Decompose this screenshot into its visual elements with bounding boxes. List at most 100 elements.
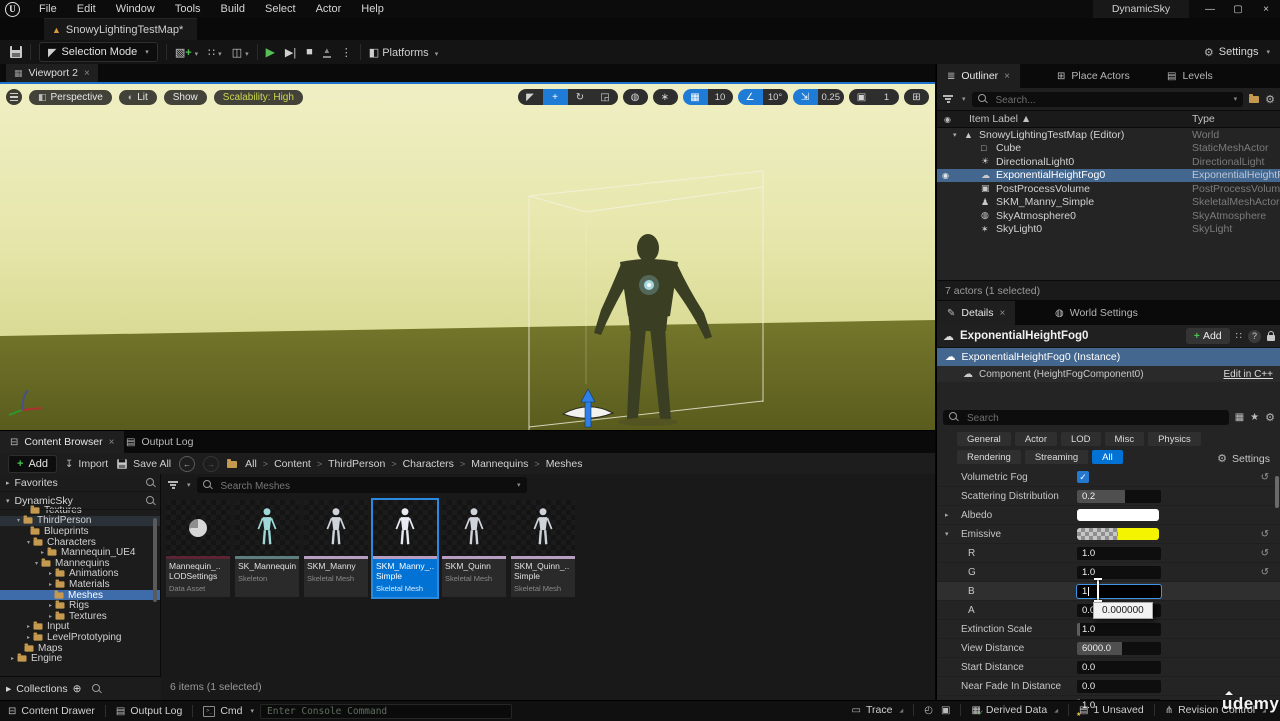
viewport-tab[interactable]: ▦ Viewport 2 × xyxy=(6,64,98,82)
tree-folder-row[interactable]: ▸ Input xyxy=(0,622,160,633)
settings-dropdown[interactable]: ⚙ Settings ▾ xyxy=(1204,40,1270,64)
tree-folder-row[interactable]: ▸ Rigs xyxy=(0,600,160,611)
details-scrollbar[interactable] xyxy=(1275,476,1279,508)
details-search-input[interactable] xyxy=(965,410,1211,427)
breadcrumb-item[interactable]: Mannequins > xyxy=(471,458,539,470)
close-icon[interactable]: × xyxy=(109,437,115,448)
details-search[interactable] xyxy=(943,410,1229,425)
maximize-button[interactable]: ▢ xyxy=(1224,0,1252,18)
tree-folder-row[interactable]: ▸ Mannequin_UE4 xyxy=(0,547,160,558)
tree-folder-row[interactable]: Blueprints xyxy=(0,526,160,537)
property-row[interactable]: Start Distance ✓ 0.0 ↺ xyxy=(937,658,1280,677)
menu-item[interactable]: Edit xyxy=(67,0,106,18)
value-field[interactable]: 1.0 xyxy=(1077,547,1161,560)
category-pill[interactable]: LOD xyxy=(1061,432,1101,446)
asset-tile[interactable]: SKM_Quinn Skeletal Mesh xyxy=(442,500,506,597)
expander-icon[interactable]: ▸ xyxy=(46,613,55,620)
property-row[interactable]: View Distance ✓ 6000.0 ↺ xyxy=(937,639,1280,658)
asset-search-input[interactable] xyxy=(219,477,511,495)
content-browser-settings[interactable]: ⚙ Settings xyxy=(1217,452,1270,465)
menu-item[interactable]: Actor xyxy=(306,0,352,18)
snap-toolbar-cell[interactable]: ◲ xyxy=(593,89,618,105)
property-row[interactable]: ▾ Emissive ✓ ↺ xyxy=(937,525,1280,544)
outliner-row[interactable]: ◉ ♟ SKM_Manny_Simple SkeletalMeshActor xyxy=(937,196,1280,210)
viewport-pill[interactable]: Show xyxy=(164,90,207,105)
snap-toolbar-cell[interactable]: ⇲ xyxy=(793,89,818,105)
snap-toolbar-cell[interactable]: 0.25 xyxy=(818,89,845,105)
snap-toolbar-cell[interactable]: 10° xyxy=(763,89,788,105)
value-field[interactable]: 0.0 xyxy=(1077,680,1161,693)
add-collection-icon[interactable]: ⊕ xyxy=(73,683,82,695)
reset-to-default-icon[interactable]: ↺ xyxy=(1261,567,1269,578)
property-row[interactable]: A ✓ 0.0 ↺ 0.000000 xyxy=(937,601,1280,620)
outliner-row[interactable]: ◉ ▣ PostProcessVolume PostProcessVolume xyxy=(937,182,1280,196)
forward-icon[interactable]: → xyxy=(203,456,219,472)
edit-in-cpp-link[interactable]: Edit in C++ xyxy=(1224,369,1273,380)
property-row[interactable]: Extinction Scale ✓ 1.0 ↺ xyxy=(937,620,1280,639)
insights-icon[interactable]: ◴ xyxy=(924,705,933,716)
project-section[interactable]: ▾ DynamicSky xyxy=(0,492,160,510)
search-icon[interactable] xyxy=(146,478,156,488)
expander-icon[interactable]: ▾ xyxy=(953,131,964,139)
snap-toolbar-cell[interactable]: 10 xyxy=(708,89,733,105)
close-button[interactable]: × xyxy=(1252,0,1280,18)
content-drawer-button[interactable]: ⊟ Content Drawer xyxy=(8,705,95,717)
import-button[interactable]: ↧ Import xyxy=(65,458,108,470)
selection-mode-dropdown[interactable]: ◤ Selection Mode ▾ xyxy=(39,42,158,62)
outliner-search[interactable]: ▾ xyxy=(972,92,1244,107)
menu-item[interactable]: Tools xyxy=(165,0,211,18)
snap-toolbar-cell[interactable]: ∗ xyxy=(653,89,678,105)
play-button[interactable]: ▶ xyxy=(266,45,275,59)
property-row[interactable]: Scattering Distribution ✓ 0.2 ↺ xyxy=(937,487,1280,506)
breadcrumb-item[interactable]: Characters > xyxy=(403,458,466,470)
asset-tile[interactable]: SKM_Manny_.. Simple Skeletal Mesh xyxy=(373,500,437,597)
reset-to-default-icon[interactable]: ↺ xyxy=(1261,472,1269,483)
snap-toolbar-cell[interactable]: ◍ xyxy=(623,89,648,105)
value-field[interactable]: 0.2 xyxy=(1077,490,1161,503)
value-field[interactable]: 1.0 xyxy=(1077,623,1161,636)
tree-folder-row[interactable]: ▾ Characters xyxy=(0,537,160,548)
breadcrumb-item[interactable]: All > xyxy=(245,458,268,470)
value-field[interactable]: 6000.0 xyxy=(1077,642,1161,655)
tab-outliner[interactable]: ≣ Outliner × xyxy=(937,64,1020,88)
frame-skip-button[interactable]: ▶| xyxy=(285,46,296,59)
color-swatch[interactable] xyxy=(1077,509,1159,521)
menu-item[interactable]: Build xyxy=(211,0,255,18)
tree-folder-row[interactable]: Meshes xyxy=(0,590,160,601)
expander-icon[interactable]: ▾ xyxy=(32,560,41,567)
close-icon[interactable]: × xyxy=(1000,308,1006,319)
snap-toolbar-cell[interactable]: + xyxy=(543,89,568,105)
tree-folder-row[interactable]: ▸ LevelPrototyping xyxy=(0,632,160,643)
viewport-canvas[interactable]: ◧ Perspective ◐ Lit Show Scalability: Hi… xyxy=(0,84,935,430)
property-row[interactable]: R ✓ 1.0 ↺ xyxy=(937,544,1280,563)
lock-icon[interactable] xyxy=(1267,335,1275,341)
expander-icon[interactable]: ▾ xyxy=(945,530,949,538)
tab-content-browser[interactable]: ⊟ Content Browser × xyxy=(0,431,124,453)
search-icon[interactable] xyxy=(146,496,156,506)
eye-icon[interactable]: ◉ xyxy=(942,171,949,180)
category-pill[interactable]: Rendering xyxy=(957,450,1021,464)
level-tab[interactable]: ▲ SnowyLightingTestMap* xyxy=(44,18,197,41)
value-field[interactable]: 1 xyxy=(1077,585,1161,598)
property-row[interactable]: G ✓ 1.0 ↺ xyxy=(937,563,1280,582)
back-icon[interactable]: ← xyxy=(179,456,195,472)
visibility-column-icon[interactable]: ◉ xyxy=(944,115,951,124)
snap-toolbar-cell[interactable]: ▣ xyxy=(849,89,874,105)
menu-item[interactable]: Help xyxy=(351,0,394,18)
outliner-row[interactable]: ◉ ▾ ▲ SnowyLightingTestMap (Editor) Worl… xyxy=(937,128,1280,142)
expander-icon[interactable]: ▸ xyxy=(945,511,949,519)
tree-folder-row[interactable]: Maps xyxy=(0,643,160,654)
minimize-button[interactable]: — xyxy=(1196,0,1224,18)
category-pill[interactable]: Misc xyxy=(1105,432,1145,446)
viewport-pill[interactable]: Scalability: High xyxy=(214,90,303,105)
cinematics-dropdown[interactable]: ◫▾ xyxy=(232,46,249,59)
tab-levels[interactable]: ▤ Levels xyxy=(1157,64,1223,88)
value-field[interactable]: 1.0 xyxy=(1077,566,1161,579)
menu-item[interactable]: Select xyxy=(255,0,306,18)
asset-search[interactable]: ▾ xyxy=(197,477,527,493)
outliner-row[interactable]: ◉ ◍ SkyAtmosphere0 SkyAtmosphere xyxy=(937,209,1280,223)
tree-folder-row[interactable]: ▾ Mannequins xyxy=(0,558,160,569)
tab-output-log[interactable]: ▤ Output Log xyxy=(116,431,203,453)
new-folder-icon[interactable] xyxy=(1249,96,1259,103)
snap-toolbar-cell[interactable]: ∠ xyxy=(738,89,763,105)
